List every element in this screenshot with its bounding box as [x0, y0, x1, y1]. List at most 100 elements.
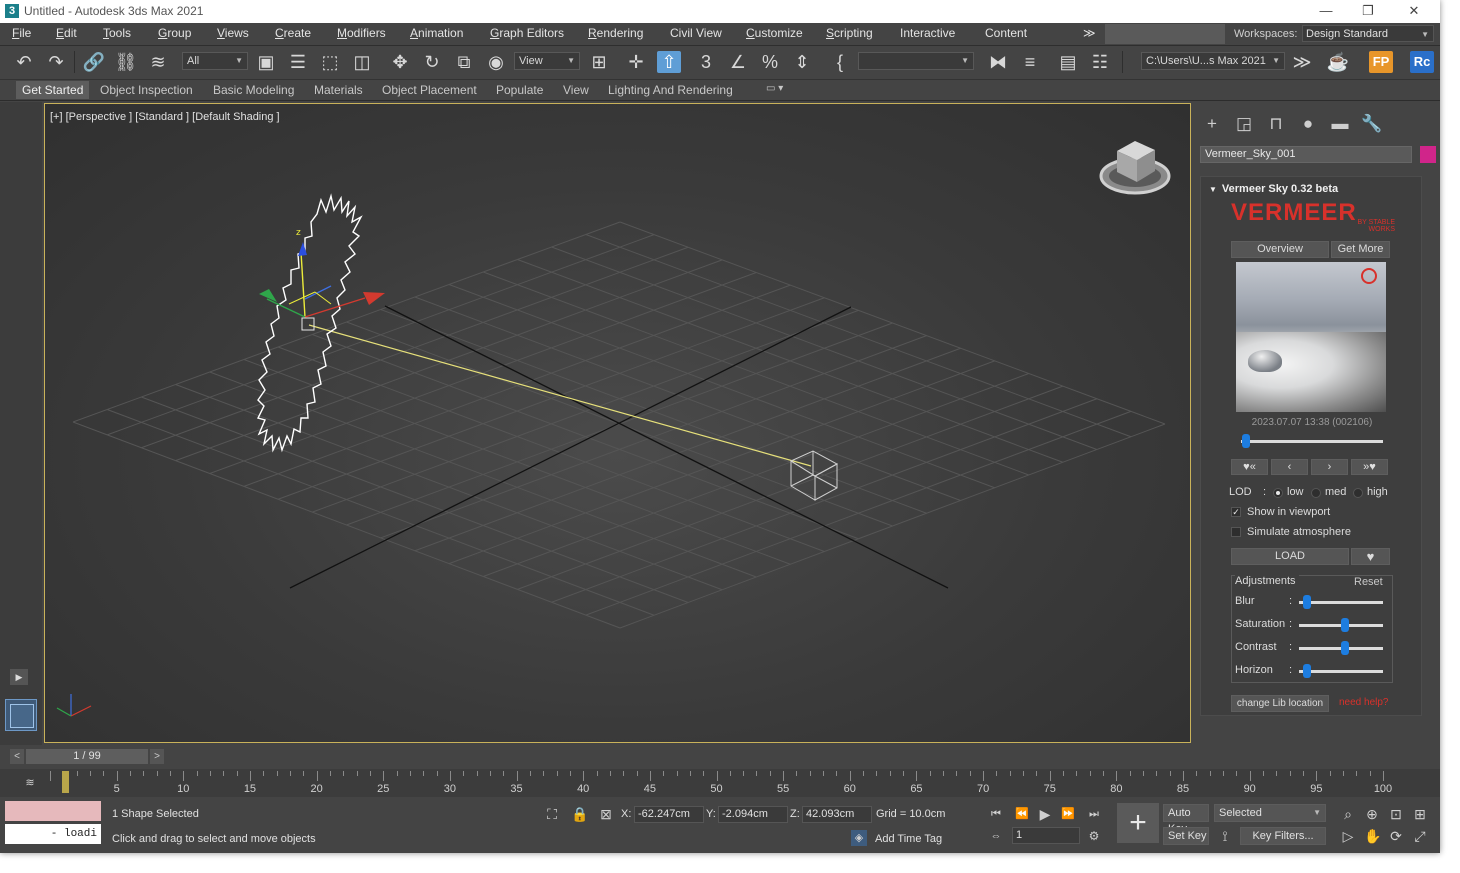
percent-snap-icon[interactable]: % — [758, 51, 782, 73]
last-favorite-button[interactable]: »♥ — [1351, 459, 1388, 475]
horizon-slider-thumb[interactable] — [1303, 664, 1312, 678]
pivot-center-icon[interactable]: ⊞ — [587, 51, 611, 73]
unlink-icon[interactable]: ⛓ — [114, 51, 138, 73]
bind-spacewarp-icon[interactable]: ≋ — [146, 51, 170, 73]
sky-preview-image[interactable] — [1236, 262, 1386, 412]
expand-viewport-layouts-icon[interactable]: ▶ — [10, 669, 28, 685]
go-to-end-icon[interactable]: ⏭ — [1086, 806, 1102, 822]
key-mode-icon[interactable]: ⇔ — [988, 828, 1004, 844]
workspace-select[interactable]: Design Standard ▼ — [1302, 25, 1434, 42]
menu-content[interactable]: Content — [985, 26, 1027, 40]
select-by-name-icon[interactable]: ☰ — [286, 51, 310, 73]
viewport-label-menu[interactable]: [+] [Perspective ] [Standard ] [Default … — [50, 111, 280, 123]
overview-button[interactable]: Overview — [1231, 241, 1329, 258]
menu-group[interactable]: Group — [158, 26, 191, 40]
menu-overflow-button[interactable]: ≫ — [1083, 26, 1096, 40]
key-filter-selection-dropdown[interactable]: Selected ▼ — [1214, 804, 1326, 822]
forest-pack-icon[interactable]: FP — [1369, 51, 1393, 73]
redo-icon[interactable]: ↷ — [44, 51, 68, 73]
zoom-extents-all-icon[interactable]: ⊞ — [1412, 806, 1428, 822]
menu-edit[interactable]: Edit — [56, 26, 77, 40]
need-help-link[interactable]: need help? — [1339, 697, 1389, 708]
favorite-heart-button[interactable]: ♥ — [1351, 548, 1390, 565]
time-next-button[interactable]: > — [150, 749, 164, 764]
viewport-layout-icon[interactable] — [5, 699, 37, 731]
link-icon[interactable]: 🔗 — [82, 51, 106, 73]
lod-med-radio[interactable] — [1311, 488, 1321, 498]
play-icon[interactable]: ▶ — [1037, 806, 1053, 822]
angle-snap-icon[interactable]: ∠ — [726, 51, 750, 73]
current-frame-marker[interactable] — [62, 771, 69, 793]
simulate-atmosphere-checkbox[interactable] — [1231, 527, 1241, 537]
menu-interactive[interactable]: Interactive — [900, 26, 955, 40]
ribbon-tab-lighting-and-rendering[interactable]: Lighting And Rendering — [608, 83, 733, 97]
horizon-slider-track[interactable] — [1299, 670, 1383, 673]
select-manipulate-icon[interactable]: ✛ — [624, 51, 648, 73]
preview-slider-track[interactable] — [1241, 440, 1383, 443]
auto-key-button[interactable]: Auto Key — [1163, 804, 1209, 835]
perspective-viewport[interactable]: z [+] [Perspective ] [Standard ] [Defaul… — [44, 103, 1191, 743]
select-move-icon[interactable]: ✥ — [388, 51, 412, 73]
select-place-icon[interactable]: ◉ — [484, 51, 508, 73]
railclone-icon[interactable]: Rc — [1410, 51, 1434, 73]
get-more-button[interactable]: Get More — [1331, 241, 1390, 258]
previous-button[interactable]: ‹ — [1271, 459, 1308, 475]
maxscript-listener-output[interactable] — [5, 801, 101, 821]
key-tangent-icon[interactable]: ⟟ — [1217, 828, 1233, 844]
track-bar[interactable]: ≋ 5 10 15 20 25 30 35 40 45 50 55 60 65 70 75 80 85 90 95 1… — [0, 769, 1440, 797]
spinner-snap-icon[interactable]: ⇕ — [790, 51, 814, 73]
toolbar-overflow-button[interactable]: ≫ — [1290, 51, 1314, 73]
reference-coordinate-dropdown[interactable]: View ▼ — [514, 52, 580, 70]
lod-high-radio[interactable] — [1353, 488, 1363, 498]
contrast-slider-thumb[interactable] — [1341, 641, 1349, 655]
previous-frame-icon[interactable]: ⏪ — [1014, 806, 1030, 822]
ribbon-tab-object-placement[interactable]: Object Placement — [382, 83, 477, 97]
zoom-preview-icon[interactable] — [1361, 268, 1377, 284]
named-selection-dropdown[interactable]: ▼ — [858, 52, 974, 70]
ribbon-tab-materials[interactable]: Materials — [314, 83, 363, 97]
sky-dome-helper-box[interactable] — [789, 450, 839, 501]
maxscript-mini-listener[interactable]: - loadi — [5, 824, 101, 844]
create-tab-icon[interactable]: + — [1200, 113, 1224, 135]
selection-filter-dropdown[interactable]: All ▼ — [182, 52, 248, 70]
set-key-button[interactable]: Set Key — [1163, 827, 1209, 845]
zoom-extents-icon[interactable]: ⊡ — [1388, 806, 1404, 822]
change-lib-location-button[interactable]: change Lib location — [1231, 695, 1329, 712]
zoom-icon[interactable]: ⌕ — [1340, 806, 1356, 822]
y-coordinate-field[interactable]: -2.094cm — [718, 806, 788, 823]
menu-scripting[interactable]: Scripting — [826, 26, 873, 40]
time-tag-icon[interactable]: ◈ — [851, 830, 867, 846]
rectangular-selection-icon[interactable]: ⬚ — [318, 51, 342, 73]
pan-view-icon[interactable]: ✋ — [1364, 828, 1381, 844]
undo-icon[interactable]: ↶ — [12, 51, 36, 73]
modify-tab-icon[interactable]: ◲ — [1232, 113, 1256, 135]
curve-editor-icon[interactable]: ≋ — [22, 775, 38, 791]
ribbon-tab-get-started[interactable]: Get Started — [16, 81, 90, 99]
object-color-swatch[interactable] — [1420, 146, 1436, 163]
project-folder-dropdown[interactable]: C:\Users\U...s Max 2021 ▼ — [1141, 52, 1285, 70]
ribbon-toggle-icon[interactable]: ▭ ▾ — [766, 83, 783, 94]
edit-named-selection-icon[interactable]: { — [828, 51, 852, 73]
ribbon-tab-basic-modeling[interactable]: Basic Modeling — [213, 83, 294, 97]
time-slider-thumb[interactable]: 1 / 99 — [26, 749, 148, 764]
menu-customize[interactable]: Customize — [746, 26, 803, 40]
menu-animation[interactable]: Animation — [410, 26, 463, 40]
menu-civil-view[interactable]: Civil View — [670, 26, 722, 40]
time-previous-button[interactable]: < — [10, 749, 24, 764]
render-setup-icon[interactable]: ☕ — [1326, 51, 1350, 73]
maximize-button[interactable]: ❐ — [1348, 2, 1388, 20]
ribbon-tab-view[interactable]: View — [563, 83, 589, 97]
hierarchy-tab-icon[interactable]: ⊓ — [1264, 113, 1288, 135]
utilities-tab-icon[interactable]: 🔧 — [1360, 113, 1384, 135]
saturation-slider-thumb[interactable] — [1341, 618, 1349, 632]
absolute-mode-icon[interactable]: ⊠ — [598, 806, 614, 822]
mirror-icon[interactable]: ⧓ — [986, 51, 1010, 73]
select-object-icon[interactable]: ▣ — [254, 51, 278, 73]
selection-lock-icon[interactable]: 🔒 — [571, 806, 588, 822]
display-tab-icon[interactable]: ▬ — [1328, 113, 1352, 135]
blur-slider-track[interactable] — [1299, 601, 1383, 604]
ribbon-tab-object-inspection[interactable]: Object Inspection — [100, 83, 193, 97]
motion-tab-icon[interactable]: ● — [1296, 113, 1320, 135]
window-crossing-icon[interactable]: ◫ — [350, 51, 374, 73]
scene-explorer-icon[interactable]: ▤ — [1056, 51, 1080, 73]
